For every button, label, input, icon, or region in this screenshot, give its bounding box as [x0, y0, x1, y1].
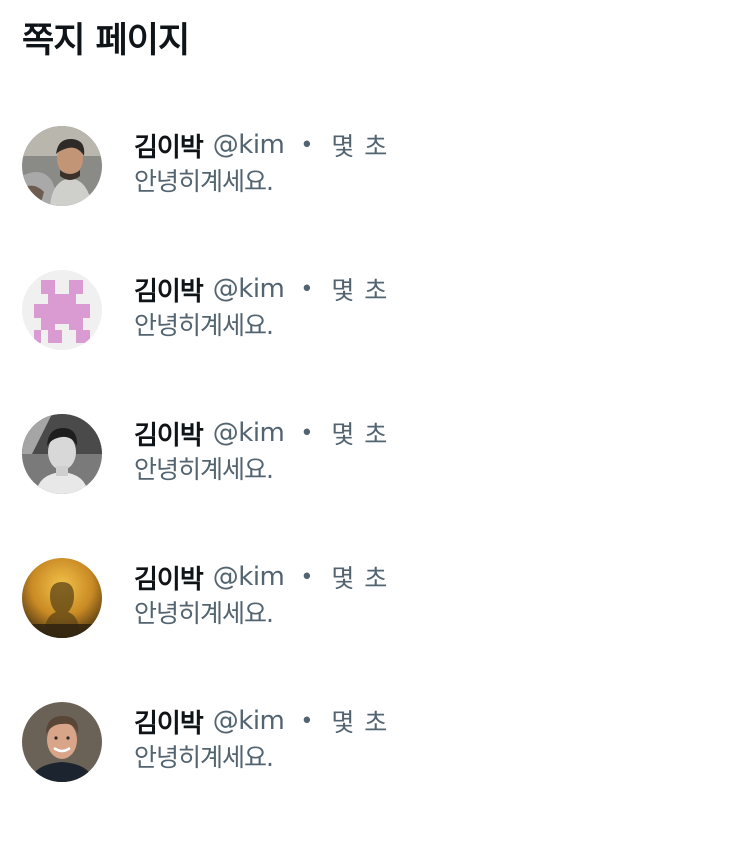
message-header: 김이박 @kim • 몇 초 — [134, 126, 694, 164]
avatar-photo-bw-man-icon — [22, 414, 102, 494]
message-header: 김이박 @kim • 몇 초 — [134, 414, 694, 452]
message-item[interactable]: 김이박 @kim • 몇 초 안녕히계세요. — [0, 270, 740, 350]
message-list: 김이박 @kim • 몇 초 안녕히계세요. 김이박 @kim • 몇 초 안녕… — [0, 126, 740, 846]
message-item[interactable]: 김이박 @kim • 몇 초 안녕히계세요. — [0, 702, 740, 782]
message-item[interactable]: 김이박 @kim • 몇 초 안녕히계세요. — [0, 414, 740, 494]
message-item[interactable]: 김이박 @kim • 몇 초 안녕히계세요. — [0, 558, 740, 638]
avatar-identicon-pink-icon — [22, 270, 102, 350]
message-body: 김이박 @kim • 몇 초 안녕히계세요. — [134, 558, 694, 630]
message-preview: 안녕히계세요. — [134, 167, 274, 196]
avatar[interactable] — [22, 126, 102, 206]
message-body: 김이박 @kim • 몇 초 안녕히계세요. — [134, 126, 694, 198]
user-name[interactable]: 김이박 — [134, 559, 204, 596]
message-header: 김이박 @kim • 몇 초 — [134, 270, 694, 308]
message-item[interactable]: 김이박 @kim • 몇 초 안녕히계세요. — [0, 126, 740, 206]
timestamp: 몇 초 — [331, 420, 389, 449]
user-name[interactable]: 김이박 — [134, 415, 204, 452]
avatar-photo-man-hoodie-icon — [22, 126, 102, 206]
user-handle[interactable]: @kim — [213, 418, 285, 448]
avatar[interactable] — [22, 558, 102, 638]
dot-separator: • — [300, 276, 314, 302]
message-preview: 안녕히계세요. — [134, 743, 274, 772]
avatar[interactable] — [22, 414, 102, 494]
user-name[interactable]: 김이박 — [134, 271, 204, 308]
user-handle[interactable]: @kim — [213, 130, 285, 160]
dot-separator: • — [300, 564, 314, 590]
message-preview: 안녕히계세요. — [134, 599, 274, 628]
user-name[interactable]: 김이박 — [134, 127, 204, 164]
message-header: 김이박 @kim • 몇 초 — [134, 558, 694, 596]
user-handle[interactable]: @kim — [213, 562, 285, 592]
user-handle[interactable]: @kim — [213, 274, 285, 304]
timestamp: 몇 초 — [331, 564, 389, 593]
avatar-photo-smiling-man-icon — [22, 702, 102, 782]
avatar-photo-silhouette-icon — [22, 558, 102, 638]
timestamp: 몇 초 — [331, 276, 389, 305]
dot-separator: • — [300, 708, 314, 734]
page-title: 쪽지 페이지 — [22, 21, 190, 61]
user-name[interactable]: 김이박 — [134, 703, 204, 740]
user-handle[interactable]: @kim — [213, 706, 285, 736]
message-body: 김이박 @kim • 몇 초 안녕히계세요. — [134, 702, 694, 774]
message-body: 김이박 @kim • 몇 초 안녕히계세요. — [134, 414, 694, 486]
message-header: 김이박 @kim • 몇 초 — [134, 702, 694, 740]
dot-separator: • — [300, 132, 314, 158]
dot-separator: • — [300, 420, 314, 446]
timestamp: 몇 초 — [331, 708, 389, 737]
message-body: 김이박 @kim • 몇 초 안녕히계세요. — [134, 270, 694, 342]
timestamp: 몇 초 — [331, 132, 389, 161]
message-preview: 안녕히계세요. — [134, 455, 274, 484]
avatar[interactable] — [22, 702, 102, 782]
message-preview: 안녕히계세요. — [134, 311, 274, 340]
avatar[interactable] — [22, 270, 102, 350]
